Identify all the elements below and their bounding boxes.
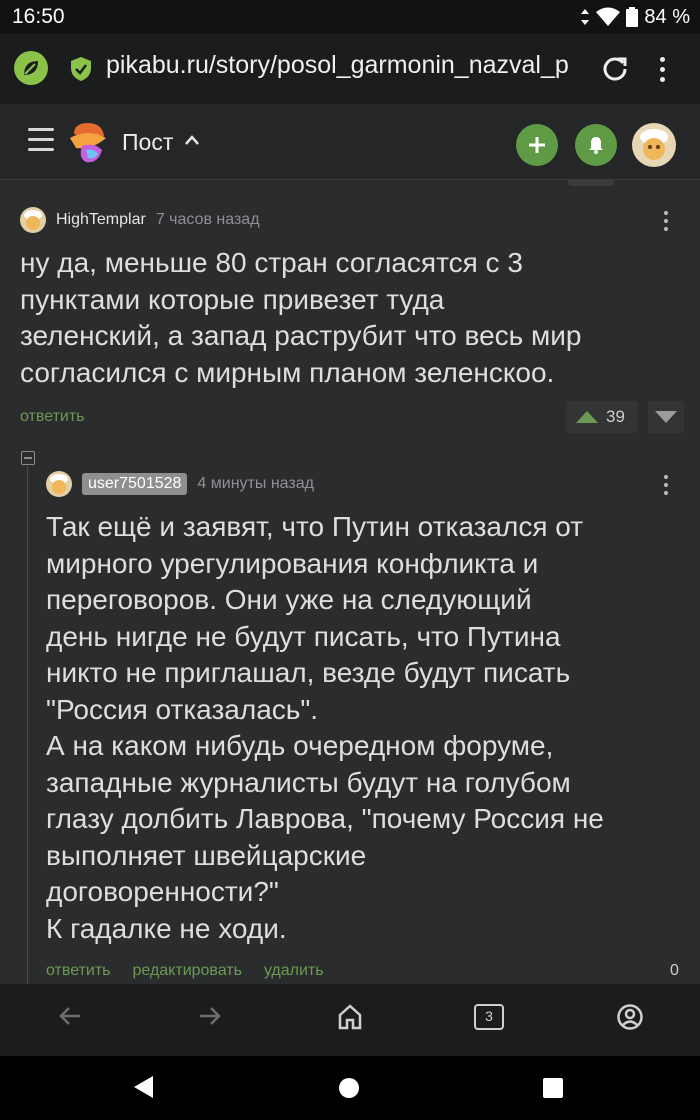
edit-link[interactable]: редактировать — [133, 962, 242, 980]
forward-arrow-icon[interactable] — [198, 1004, 222, 1028]
pikabu-logo[interactable] — [68, 120, 110, 166]
downvote-button[interactable] — [648, 401, 684, 433]
reload-icon[interactable] — [600, 53, 630, 83]
comment-author[interactable]: user7501528 — [82, 473, 188, 495]
comment-options-icon[interactable] — [663, 475, 669, 495]
reply-link[interactable]: ответить — [46, 962, 111, 980]
reply-link[interactable]: ответить — [20, 408, 85, 426]
add-post-button[interactable] — [516, 124, 558, 166]
nav-home-icon[interactable] — [339, 1078, 359, 1098]
secure-shield-icon[interactable] — [70, 56, 92, 82]
hamburger-menu-icon[interactable] — [28, 128, 54, 154]
comment-rating: 39 — [606, 407, 625, 426]
comment-actions: ответить — [20, 408, 85, 426]
upvote-button[interactable]: 39 — [566, 401, 638, 433]
browser-url-bar: pikabu.ru/story/posol_garmonin_nazval_p — [0, 34, 700, 104]
system-nav-bar — [0, 1056, 700, 1120]
battery-level: 84 % — [644, 5, 690, 28]
comment-actions: ответить редактировать удалить — [46, 962, 324, 980]
collapse-thread-toggle[interactable] — [21, 451, 35, 465]
url-field[interactable]: pikabu.ru/story/posol_garmonin_nazval_p — [106, 51, 590, 80]
status-bar: 16:50 84 % — [0, 0, 700, 34]
avatar[interactable] — [20, 207, 46, 233]
home-icon[interactable] — [338, 1004, 362, 1030]
nav-back-icon[interactable] — [134, 1076, 153, 1098]
previous-comment-edge — [568, 180, 614, 186]
data-arrows-icon — [581, 9, 590, 25]
arrow-down-icon — [655, 411, 677, 423]
status-icons: 84 % — [580, 5, 690, 29]
thread-line[interactable] — [27, 466, 28, 986]
chevron-up-icon[interactable] — [184, 134, 200, 146]
delete-link[interactable]: удалить — [264, 962, 324, 980]
comment-options-icon[interactable] — [663, 211, 669, 231]
plus-icon — [529, 137, 545, 153]
comment-text: Так ещё и заявят, что Путин отказался от… — [46, 511, 604, 944]
tabs-count: 3 — [485, 1008, 493, 1024]
site-leaf-icon[interactable] — [14, 51, 48, 85]
avatar[interactable] — [46, 471, 72, 497]
site-header: Пост — [0, 104, 700, 180]
wifi-icon — [596, 7, 621, 26]
notifications-button[interactable] — [575, 124, 617, 166]
comment-header: HighTemplar 7 часов назад — [20, 207, 260, 233]
status-time: 16:50 — [12, 5, 65, 28]
battery-icon — [626, 7, 639, 27]
nav-recents-icon[interactable] — [543, 1078, 563, 1098]
user-avatar[interactable] — [632, 123, 676, 167]
page-title[interactable]: Пост — [122, 129, 173, 156]
browser-menu-icon[interactable] — [656, 53, 668, 82]
comment-time[interactable]: 4 минуты назад — [197, 475, 314, 493]
back-arrow-icon[interactable] — [58, 1004, 82, 1028]
browser-toolbar: 3 — [0, 984, 700, 1056]
tabs-switcher-button[interactable]: 3 — [474, 1004, 504, 1030]
comment-text: ну да, меньше 80 стран согласятся с 3 пу… — [20, 247, 582, 388]
account-icon[interactable] — [617, 1004, 643, 1030]
comment-author[interactable]: HighTemplar — [56, 211, 146, 229]
comment-header: user7501528 4 минуты назад — [46, 471, 314, 497]
bell-icon — [589, 137, 603, 154]
arrow-up-icon — [576, 411, 598, 423]
comment-time[interactable]: 7 часов назад — [156, 211, 260, 229]
comment-rating: 0 — [670, 962, 679, 979]
